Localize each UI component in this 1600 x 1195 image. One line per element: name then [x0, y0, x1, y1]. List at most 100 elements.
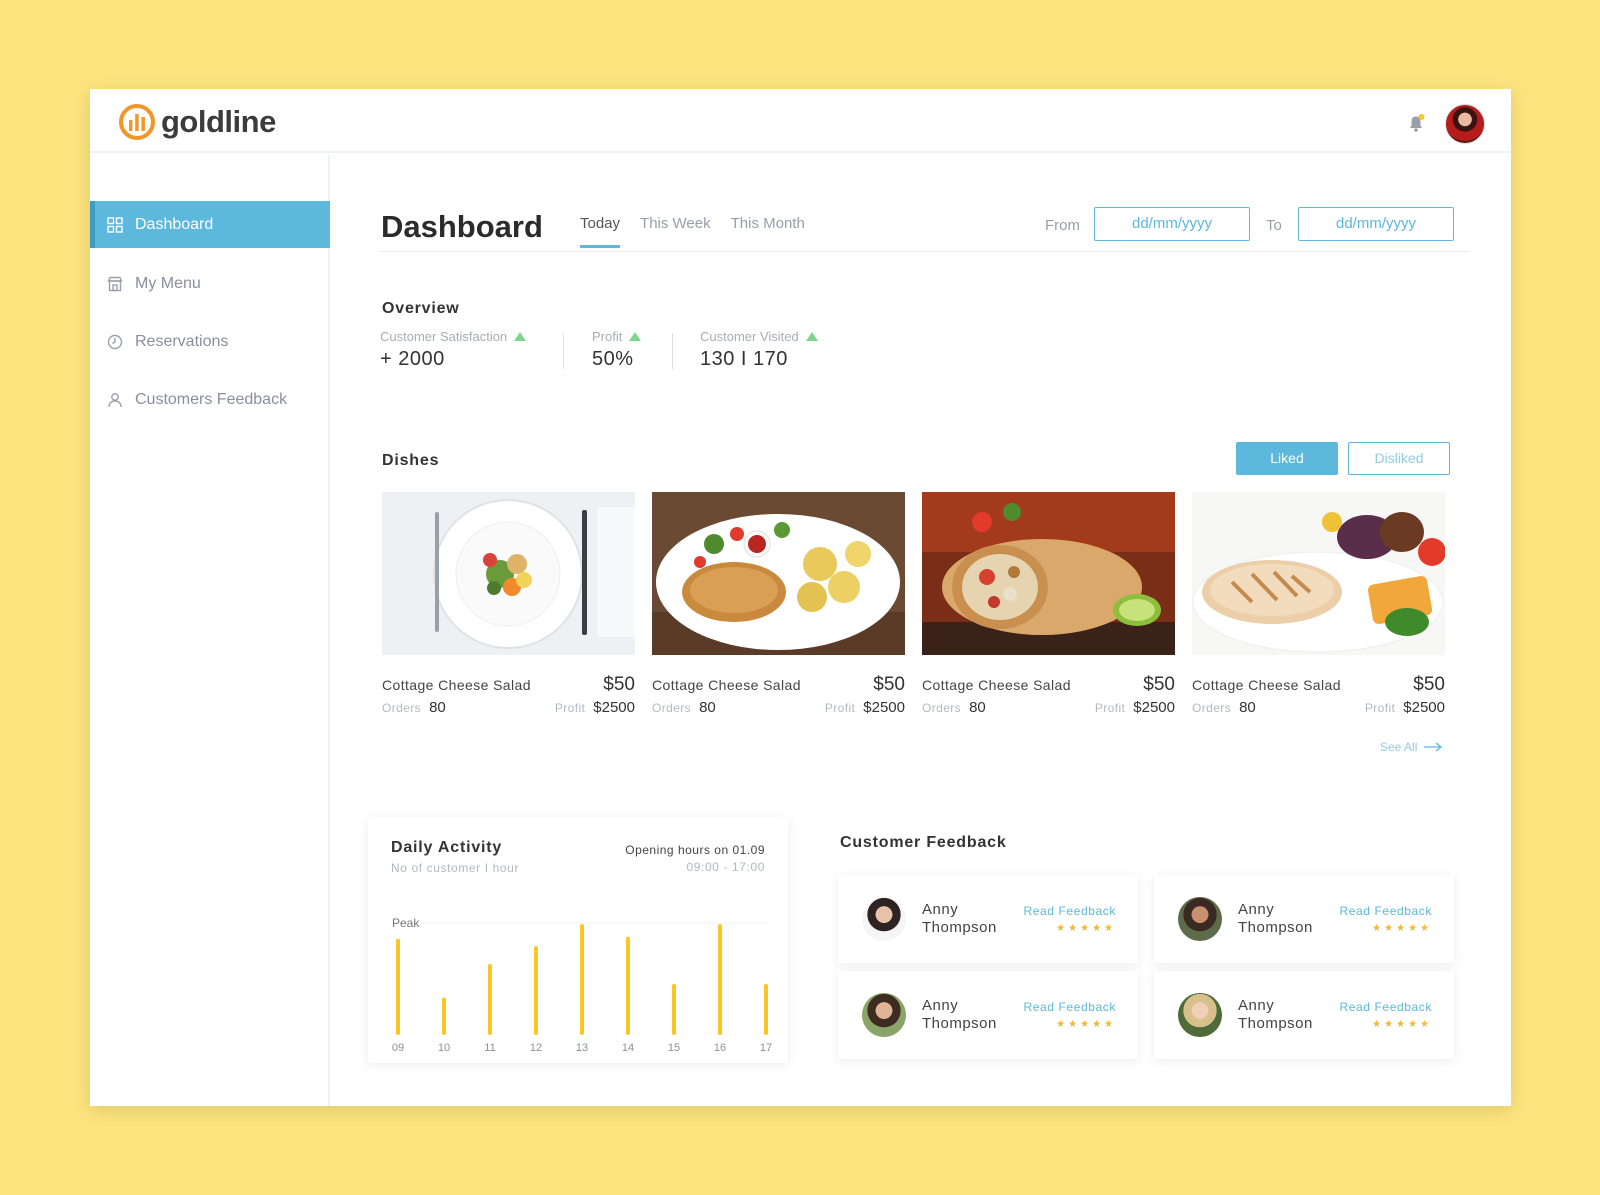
x-tick-label: 16 — [714, 1042, 726, 1054]
divider — [380, 251, 1470, 252]
clock-icon — [107, 334, 123, 349]
star-rating-icon: ★★★★★ — [1056, 1019, 1116, 1030]
liked-button[interactable]: Liked — [1236, 442, 1338, 475]
sidebar-item-customers-feedback[interactable]: Customers Feedback — [93, 376, 330, 423]
dish-price: $50 — [1143, 674, 1175, 695]
read-feedback-link[interactable]: Read Feedback — [1339, 1000, 1432, 1014]
x-tick-label: 11 — [484, 1042, 495, 1054]
dish-name: Cottage Cheese Salad — [382, 677, 531, 693]
dish-price: $50 — [603, 674, 635, 695]
orders-value: 80 — [969, 699, 986, 716]
daily-activity-card: Daily Activity No of customer I hour Ope… — [368, 817, 788, 1063]
orders-value: 80 — [429, 699, 446, 716]
avatar — [1178, 897, 1222, 941]
metric-value: 130 I 170 — [700, 348, 788, 370]
orders-label: Orders — [922, 701, 962, 715]
dish-image-salad-plate — [382, 492, 635, 655]
avatar — [1178, 993, 1222, 1037]
brand-name: goldline — [161, 104, 276, 139]
dish-card[interactable]: Cottage Cheese Salad $50 Orders 80 Profit… — [922, 492, 1175, 717]
feedback-name: Anny Thompson — [922, 997, 997, 1032]
sidebar-item-reservations[interactable]: Reservations — [93, 318, 330, 365]
profit-label: Profit — [1364, 701, 1396, 715]
profit-value: $2500 — [593, 699, 635, 716]
star-rating-icon: ★★★★★ — [1372, 923, 1432, 934]
profit-label: Profit — [554, 701, 586, 715]
tab-this-week[interactable]: This Week — [640, 215, 711, 246]
tab-today[interactable]: Today — [580, 215, 621, 248]
dish-card[interactable]: Cottage Cheese Salad $50 Orders 80 Profit… — [652, 492, 905, 717]
peak-label: Peak — [392, 916, 420, 930]
from-date-input[interactable]: dd/mm/yyyy — [1094, 207, 1250, 241]
sidebar-item-label: My Menu — [135, 274, 201, 292]
feedback-card[interactable]: Anny Thompson Read Feedback ★★★★★ — [838, 971, 1138, 1059]
read-feedback-link[interactable]: Read Feedback — [1339, 904, 1432, 918]
arrow-right-icon — [1424, 742, 1443, 752]
disliked-button[interactable]: Disliked — [1348, 442, 1450, 475]
trend-up-icon — [629, 332, 642, 341]
divider — [672, 333, 673, 369]
sidebar-item-dashboard[interactable]: Dashboard — [90, 201, 330, 248]
see-all-label: See All — [1380, 740, 1418, 754]
dish-price: $50 — [873, 674, 905, 695]
avatar — [862, 897, 906, 941]
metric-value: + 2000 — [380, 348, 445, 370]
dish-card[interactable]: Cottage Cheese Salad $50 Orders 80 Profit… — [1192, 492, 1446, 717]
orders-label: Orders — [382, 701, 422, 715]
app-window: goldline Dashboard My Menu Reservations … — [90, 89, 1511, 1106]
star-rating-icon: ★★★★★ — [1372, 1019, 1432, 1030]
divider — [563, 333, 564, 369]
profit-value: $2500 — [1133, 699, 1175, 716]
avatar — [862, 993, 906, 1037]
metric-label: Profit — [592, 329, 623, 344]
x-tick-label: 12 — [530, 1042, 542, 1054]
sidebar-item-label: Customers Feedback — [135, 390, 288, 408]
metric-customer-visited: Customer Visited 130 I 170 — [700, 329, 818, 371]
dish-image-schnitzel-potatoes — [652, 492, 905, 655]
profit-label: Profit — [824, 701, 856, 715]
store-icon — [107, 276, 123, 291]
metric-label: Customer Satisfaction — [380, 329, 508, 344]
star-rating-icon: ★★★★★ — [1056, 923, 1116, 934]
tab-this-month[interactable]: This Month — [731, 215, 805, 246]
feedback-name: Anny Thompson — [922, 901, 997, 936]
to-date-input[interactable]: dd/mm/yyyy — [1298, 207, 1454, 241]
see-all-link[interactable]: See All — [1380, 740, 1443, 754]
metric-label: Customer Visited — [700, 329, 799, 344]
read-feedback-link[interactable]: Read Feedback — [1023, 1000, 1116, 1014]
profit-value: $2500 — [863, 699, 905, 716]
dish-image-burrito-wrap — [922, 492, 1175, 655]
logo-icon — [119, 104, 155, 140]
x-tick-label: 17 — [760, 1042, 772, 1054]
orders-label: Orders — [1192, 701, 1232, 715]
read-feedback-link[interactable]: Read Feedback — [1023, 904, 1116, 918]
sidebar-item-label: Dashboard — [135, 215, 214, 233]
feedback-card[interactable]: Anny Thompson Read Feedback ★★★★★ — [1154, 971, 1454, 1059]
sidebar: Dashboard My Menu Reservations Customers… — [90, 155, 330, 1106]
dish-card[interactable]: Cottage Cheese Salad $50 Orders 80 Profit… — [382, 492, 635, 717]
x-tick-label: 14 — [622, 1042, 634, 1054]
profit-value: $2500 — [1403, 699, 1445, 716]
feedback-card[interactable]: Anny Thompson Read Feedback ★★★★★ — [1154, 875, 1454, 963]
orders-label: Orders — [652, 701, 692, 715]
orders-value: 80 — [699, 699, 716, 716]
x-tick-label: 09 — [392, 1042, 404, 1054]
to-label: To — [1266, 217, 1282, 234]
user-avatar[interactable] — [1445, 104, 1485, 144]
x-tick-label: 15 — [668, 1042, 680, 1054]
logo[interactable]: goldline — [118, 103, 276, 141]
bell-icon[interactable] — [1406, 113, 1426, 133]
sidebar-item-my-menu[interactable]: My Menu — [93, 260, 330, 307]
dish-name: Cottage Cheese Salad — [922, 677, 1071, 693]
metric-customer-satisfaction: Customer Satisfaction + 2000 — [380, 329, 527, 371]
x-tick-label: 10 — [438, 1042, 450, 1054]
daily-activity-chart: Peak 09 10 11 12 13 14 15 16 17 — [391, 916, 772, 1054]
feedback-card[interactable]: Anny Thompson Read Feedback ★★★★★ — [838, 875, 1138, 963]
feedback-name: Anny Thompson — [1238, 997, 1313, 1032]
customer-feedback-title: Customer Feedback — [840, 834, 1007, 851]
from-label: From — [1045, 217, 1080, 234]
dish-name: Cottage Cheese Salad — [1192, 677, 1341, 693]
user-icon — [108, 392, 122, 407]
trend-up-icon — [514, 332, 527, 341]
overview-title: Overview — [382, 300, 460, 317]
